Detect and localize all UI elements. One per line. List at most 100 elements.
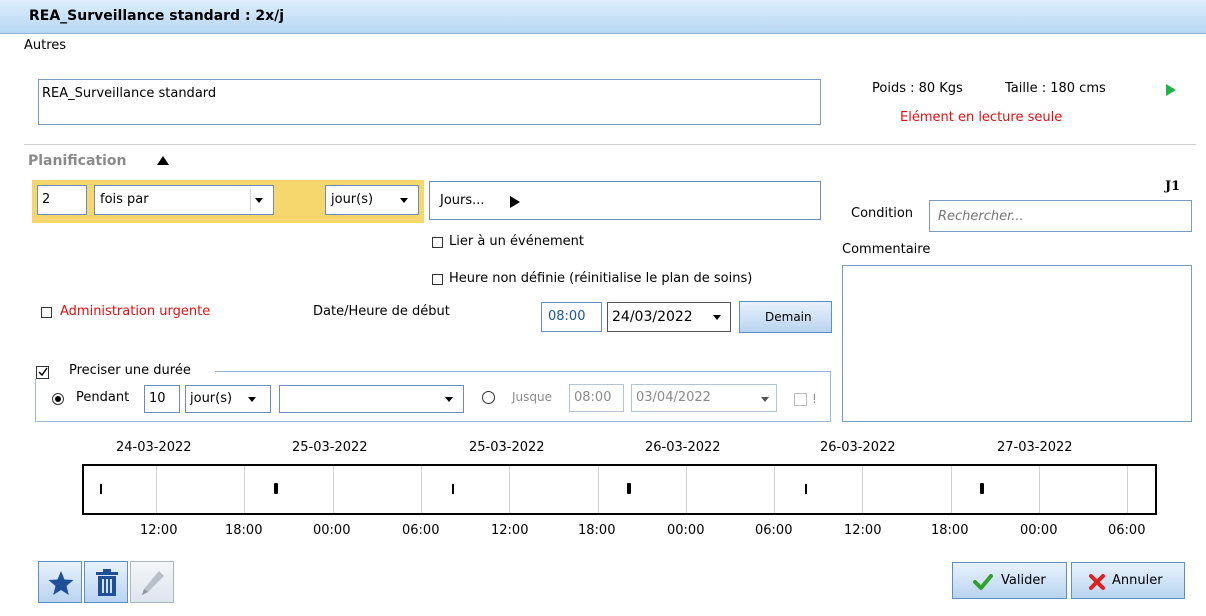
pendant-radio[interactable] bbox=[52, 393, 64, 405]
timeline-gridline bbox=[598, 466, 599, 513]
heure-non-definie-label: Heure non définie (réinitialise le plan … bbox=[449, 271, 753, 286]
valider-button[interactable]: Valider bbox=[952, 562, 1067, 599]
timeline-hour: 18:00 bbox=[931, 523, 969, 538]
timeline-hour: 18:00 bbox=[225, 523, 263, 538]
timeline-hour: 12:00 bbox=[491, 523, 529, 538]
warning-mark: ! bbox=[812, 392, 817, 406]
timeline-date: 26-03-2022 bbox=[645, 440, 721, 455]
timeline-event-marker[interactable] bbox=[452, 484, 454, 494]
timeline-hour: 18:00 bbox=[578, 523, 616, 538]
heure-non-definie-checkbox[interactable] bbox=[432, 274, 443, 285]
demain-button[interactable]: Demain bbox=[739, 301, 832, 333]
timeline-gridline bbox=[244, 466, 245, 513]
duree-extra-select[interactable] bbox=[279, 385, 464, 413]
freq-select[interactable]: fois par bbox=[94, 185, 274, 215]
commentaire-label: Commentaire bbox=[842, 242, 931, 257]
condition-label: Condition bbox=[851, 206, 914, 221]
dropdown-arrow-icon bbox=[445, 397, 453, 402]
delete-button[interactable] bbox=[84, 561, 128, 603]
autres-label: Autres bbox=[24, 38, 67, 53]
close-x-icon bbox=[1089, 574, 1105, 590]
freq-value: fois par bbox=[100, 192, 149, 207]
dropdown-arrow-icon bbox=[248, 397, 256, 402]
dropdown-arrow-icon bbox=[255, 198, 263, 203]
timeline-event-marker[interactable] bbox=[274, 483, 278, 494]
timeline-event-marker[interactable] bbox=[100, 484, 102, 494]
day-marker: J1 bbox=[1165, 179, 1181, 194]
checkmark-icon bbox=[973, 574, 993, 590]
jusque-label: Jusque bbox=[512, 390, 553, 404]
start-time-input[interactable]: 08:00 bbox=[541, 302, 602, 332]
jusque-date-value: 03/04/2022 bbox=[636, 390, 711, 405]
star-icon bbox=[48, 571, 74, 595]
admin-urgente-checkbox[interactable] bbox=[41, 307, 52, 318]
timeline-date: 26-03-2022 bbox=[820, 440, 896, 455]
favorite-button[interactable] bbox=[38, 561, 82, 603]
jours-button[interactable]: Jours... bbox=[429, 181, 821, 220]
timeline-event-marker[interactable] bbox=[627, 483, 631, 494]
timeline-hour: 06:00 bbox=[755, 523, 793, 538]
lier-checkbox[interactable] bbox=[432, 237, 443, 248]
pendant-value-input[interactable]: 10 bbox=[144, 385, 180, 413]
taille-text: Taille : 180 cms bbox=[1005, 81, 1106, 96]
pendant-value: 10 bbox=[149, 391, 166, 406]
timeline-hour: 06:00 bbox=[1108, 523, 1146, 538]
timeline-gridline bbox=[951, 466, 952, 513]
jusque-radio[interactable] bbox=[482, 391, 495, 404]
unit-select[interactable]: jour(s) bbox=[325, 185, 419, 215]
play-icon[interactable] bbox=[1165, 83, 1177, 97]
commentaire-textarea[interactable] bbox=[842, 265, 1192, 422]
timeline-event-marker[interactable] bbox=[980, 483, 984, 494]
timeline-chart[interactable] bbox=[82, 464, 1157, 515]
annuler-button[interactable]: Annuler bbox=[1071, 562, 1185, 599]
jusque-time-input[interactable]: 08:00 bbox=[569, 384, 624, 412]
pendant-label: Pendant bbox=[76, 390, 130, 405]
timeline-hour: 12:00 bbox=[844, 523, 882, 538]
count-value: 2 bbox=[42, 192, 51, 207]
jusque-checkbox[interactable] bbox=[794, 393, 807, 406]
pendant-unit-select[interactable]: jour(s) bbox=[185, 385, 271, 413]
valider-label: Valider bbox=[1001, 573, 1046, 588]
readonly-text: Elément en lecture seule bbox=[900, 110, 1063, 125]
unit-value: jour(s) bbox=[331, 192, 374, 207]
timeline-event-marker[interactable] bbox=[805, 484, 807, 494]
start-date-input[interactable]: 24/03/2022 bbox=[607, 302, 731, 332]
timeline-hour: 00:00 bbox=[1020, 523, 1058, 538]
window-titlebar: REA_Surveillance standard : 2x/j bbox=[0, 0, 1206, 34]
jusque-time-value: 08:00 bbox=[574, 390, 612, 405]
dropdown-arrow-icon bbox=[761, 397, 769, 402]
timeline-gridline bbox=[1127, 466, 1128, 513]
jusque-date-input[interactable]: 03/04/2022 bbox=[631, 384, 777, 412]
timeline-gridline bbox=[1039, 466, 1040, 513]
timeline-gridline bbox=[686, 466, 687, 513]
edit-button[interactable] bbox=[130, 561, 174, 603]
start-time-value: 08:00 bbox=[548, 309, 586, 324]
timeline-gridline bbox=[774, 466, 775, 513]
timeline-gridline bbox=[862, 466, 863, 513]
count-input[interactable]: 2 bbox=[37, 185, 87, 215]
timeline-gridline bbox=[421, 466, 422, 513]
divider bbox=[24, 144, 1196, 145]
poids-text: Poids : 80 Kgs bbox=[872, 81, 963, 96]
autres-value: REA_Surveillance standard bbox=[42, 86, 217, 101]
condition-search-input[interactable] bbox=[929, 200, 1192, 232]
collapse-up-icon[interactable] bbox=[157, 155, 169, 165]
duree-checkbox[interactable] bbox=[36, 366, 49, 379]
play-right-icon bbox=[510, 196, 520, 208]
autres-input[interactable]: REA_Surveillance standard bbox=[38, 79, 821, 125]
timeline-hour: 00:00 bbox=[313, 523, 351, 538]
timeline-hour: 12:00 bbox=[140, 523, 178, 538]
jours-label: Jours... bbox=[440, 193, 485, 208]
timeline-date: 25-03-2022 bbox=[292, 440, 368, 455]
timeline-date: 24-03-2022 bbox=[116, 440, 192, 455]
pencil-icon bbox=[142, 571, 164, 595]
lier-label: Lier à un événement bbox=[449, 234, 584, 249]
date-debut-label: Date/Heure de début bbox=[313, 304, 450, 319]
annuler-label: Annuler bbox=[1112, 573, 1163, 588]
timeline-hour: 00:00 bbox=[667, 523, 705, 538]
timeline-gridline bbox=[156, 466, 157, 513]
timeline-gridline bbox=[509, 466, 510, 513]
admin-urgente-label: Administration urgente bbox=[60, 304, 211, 319]
timeline-gridline bbox=[333, 466, 334, 513]
timeline-hour: 06:00 bbox=[402, 523, 440, 538]
